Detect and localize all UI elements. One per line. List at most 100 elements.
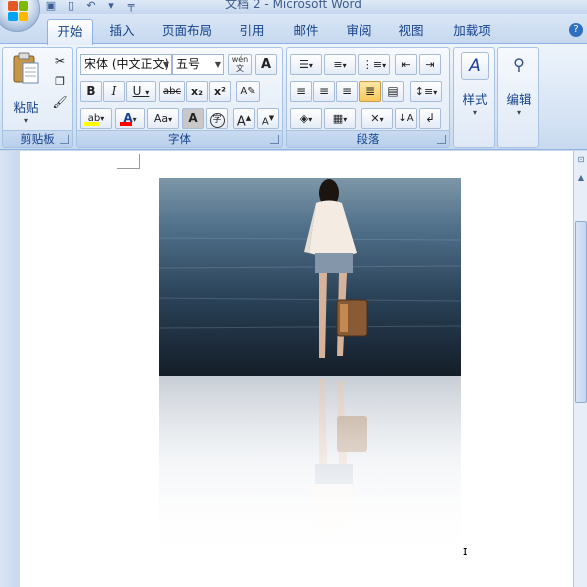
enclose-char-button[interactable]: 字 bbox=[206, 108, 228, 129]
line-spacing-button[interactable]: ↕≡▾ bbox=[410, 81, 442, 102]
save-icon[interactable]: ▣ bbox=[44, 0, 58, 12]
ribbon-tabs: 开始 插入 页面布局 引用 邮件 审阅 视图 加载项 ? bbox=[0, 14, 587, 45]
change-case-button[interactable]: Aa▾ bbox=[147, 108, 179, 129]
decrease-indent-button[interactable]: ⇤ bbox=[395, 54, 417, 75]
align-left-button[interactable]: ≡ bbox=[290, 81, 312, 102]
superscript-button[interactable]: x² bbox=[209, 81, 231, 102]
char-shading-button[interactable]: A bbox=[182, 108, 204, 129]
font-name-value: 宋体 (中文正文) bbox=[84, 57, 170, 71]
ruler-toggle-icon[interactable]: ⊡ bbox=[575, 153, 587, 166]
font-size-combo[interactable]: 五号 ▼ bbox=[172, 54, 224, 75]
strikethrough-button[interactable]: abc bbox=[159, 81, 185, 102]
margin-corner-mark bbox=[139, 154, 140, 169]
tab-references[interactable]: 引用 bbox=[231, 19, 273, 44]
highlight-color-swatch bbox=[84, 122, 99, 126]
paste-label: 粘贴 bbox=[13, 100, 39, 115]
font-color-swatch bbox=[120, 122, 132, 126]
picture-reflection bbox=[159, 376, 461, 561]
ribbon: 粘贴 ▾ ✂ ❐ 🖌 剪贴板 . 宋体 (中文正文)▼ 五号▼ wén文 A B… bbox=[0, 44, 587, 150]
styles-group: A 样式 ▾ bbox=[453, 47, 495, 148]
font-launcher-icon[interactable]: . bbox=[270, 135, 279, 144]
shrink-font-label: A bbox=[261, 116, 269, 128]
underline-button[interactable]: U ▾ bbox=[126, 81, 156, 102]
sort-button[interactable]: ↓A bbox=[395, 108, 417, 129]
font-name-combo[interactable]: 宋体 (中文正文) ▼ bbox=[80, 54, 172, 75]
clipboard-launcher-icon[interactable]: . bbox=[60, 135, 69, 144]
quick-access-toolbar: ▣ ▯ ↶ ▾ ╤ bbox=[44, 0, 138, 13]
title-bar: 文档 2 - Microsoft Word ▣ ▯ ↶ ▾ ╤ bbox=[0, 0, 587, 14]
highlight-button[interactable]: ab ▾ bbox=[80, 108, 112, 129]
subscript-button[interactable]: x₂ bbox=[186, 81, 208, 102]
phonetic-label: wén bbox=[231, 55, 249, 64]
align-right-button[interactable]: ≡ bbox=[336, 81, 358, 102]
grow-font-button[interactable]: A▲ bbox=[233, 108, 255, 129]
paragraph-group-label: 段落 bbox=[287, 130, 449, 147]
paste-button[interactable]: 粘贴 ▾ bbox=[6, 52, 46, 125]
styles-dropdown-icon: ▾ bbox=[472, 108, 477, 117]
clear-formatting-button[interactable]: A✎ bbox=[236, 81, 260, 102]
align-center-button[interactable]: ≡ bbox=[313, 81, 335, 102]
char-border-button[interactable]: A bbox=[255, 54, 277, 75]
office-logo-icon bbox=[8, 1, 28, 21]
shrink-font-button[interactable]: A▼ bbox=[257, 108, 279, 129]
editing-group: ⚲ 编辑 ▾ bbox=[497, 47, 539, 148]
tab-review[interactable]: 审阅 bbox=[338, 19, 380, 44]
margin-corner-mark bbox=[117, 168, 139, 169]
paragraph-group: ☰▾ ≡▾ ⋮≡▾ ⇤ ⇥ ≡ ≡ ≡ ≣ ▤ ↕≡▾ ◈▾ ▦▾ ✕▾ ↓A … bbox=[286, 47, 450, 148]
italic-button[interactable]: I bbox=[103, 81, 125, 102]
tab-insert[interactable]: 插入 bbox=[101, 19, 143, 44]
bullets-button[interactable]: ☰▾ bbox=[290, 54, 322, 75]
increase-indent-button[interactable]: ⇥ bbox=[419, 54, 441, 75]
paragraph-launcher-icon[interactable]: . bbox=[437, 135, 446, 144]
inserted-picture[interactable] bbox=[159, 178, 461, 376]
chevron-down-icon: ▼ bbox=[162, 60, 169, 69]
multilevel-list-button[interactable]: ⋮≡▾ bbox=[358, 54, 390, 75]
tab-view[interactable]: 视图 bbox=[390, 19, 432, 44]
copy-icon[interactable]: ❐ bbox=[50, 71, 70, 89]
clipboard-group: 粘贴 ▾ ✂ ❐ 🖌 剪贴板 . bbox=[2, 47, 73, 148]
font-size-value: 五号 bbox=[176, 57, 201, 71]
text-cursor-icon: ɪ bbox=[463, 544, 468, 558]
font-group-label: 字体 bbox=[77, 130, 282, 147]
left-margin bbox=[0, 151, 18, 587]
woman-at-sea-image bbox=[159, 178, 461, 376]
justify-button[interactable]: ≣ bbox=[359, 81, 381, 102]
vertical-scrollbar[interactable]: ⊡ ▲ bbox=[573, 151, 587, 587]
editing-dropdown-icon: ▾ bbox=[516, 108, 521, 117]
undo-icon[interactable]: ↶ bbox=[84, 0, 98, 12]
reflection-image bbox=[159, 376, 461, 561]
borders-button[interactable]: ▦▾ bbox=[324, 108, 356, 129]
new-doc-icon[interactable]: ▯ bbox=[64, 0, 78, 12]
editing-label: 编辑 bbox=[506, 92, 532, 107]
editing-button[interactable]: ⚲ 编辑 ▾ bbox=[500, 52, 538, 130]
customize-icon[interactable]: ╤ bbox=[124, 0, 138, 12]
enclose-char-label: 字 bbox=[209, 113, 225, 128]
font-color-button[interactable]: A ▾ bbox=[115, 108, 145, 129]
chinese-layout-button[interactable]: ✕▾ bbox=[361, 108, 393, 129]
tab-mailings[interactable]: 邮件 bbox=[285, 19, 327, 44]
change-case-label: Aa bbox=[153, 112, 169, 125]
grow-font-label: A bbox=[236, 114, 246, 130]
underline-label: U bbox=[132, 84, 142, 98]
scroll-up-icon[interactable]: ▲ bbox=[575, 171, 587, 184]
dropdown-icon[interactable]: ▾ bbox=[104, 0, 118, 12]
phonetic-guide-button[interactable]: wén 文 bbox=[228, 54, 252, 75]
styles-button[interactable]: A 样式 ▾ bbox=[456, 52, 494, 130]
bold-button[interactable]: B bbox=[80, 81, 102, 102]
tab-page-layout[interactable]: 页面布局 bbox=[154, 19, 220, 44]
distributed-button[interactable]: ▤ bbox=[382, 81, 404, 102]
shading-button[interactable]: ◈▾ bbox=[290, 108, 322, 129]
styles-icon: A bbox=[461, 52, 489, 80]
tab-addins[interactable]: 加载项 bbox=[444, 19, 500, 44]
scroll-thumb[interactable] bbox=[575, 221, 587, 403]
paste-dropdown-icon: ▾ bbox=[23, 116, 28, 125]
binoculars-icon: ⚲ bbox=[513, 55, 525, 74]
show-marks-button[interactable]: ↲ bbox=[419, 108, 441, 129]
chevron-down-icon: ▼ bbox=[214, 60, 221, 69]
numbering-button[interactable]: ≡▾ bbox=[324, 54, 356, 75]
tab-home[interactable]: 开始 bbox=[47, 19, 93, 45]
format-painter-icon[interactable]: 🖌 bbox=[50, 92, 70, 110]
styles-label: 样式 bbox=[462, 92, 488, 107]
help-icon[interactable]: ? bbox=[569, 23, 583, 37]
cut-icon[interactable]: ✂ bbox=[50, 51, 70, 69]
